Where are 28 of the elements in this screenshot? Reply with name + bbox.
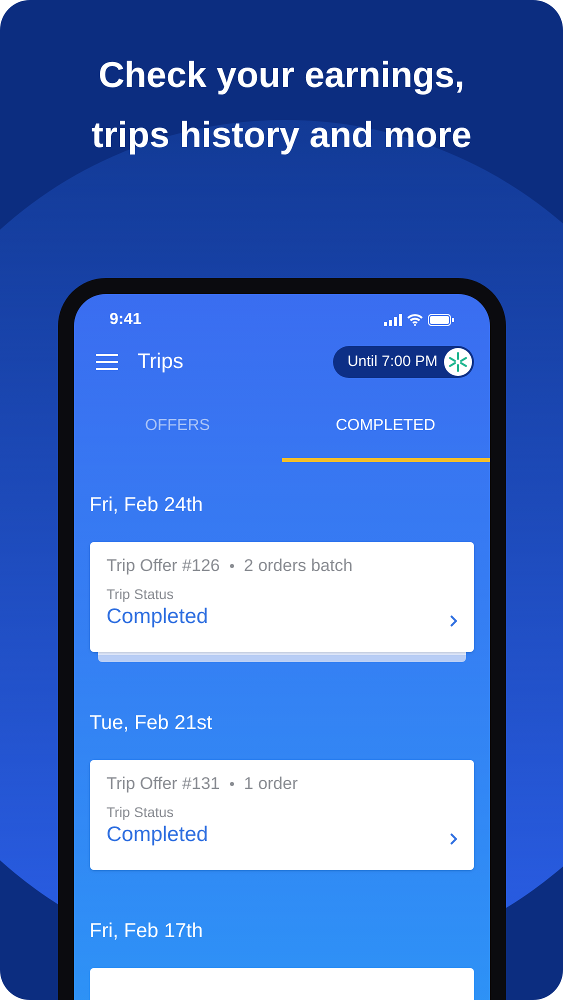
menu-icon[interactable] [96, 354, 118, 370]
status-label: Trip Status [106, 803, 175, 821]
date-heading: Fri, Feb 24th [90, 493, 204, 518]
chevron-right-icon [448, 615, 456, 627]
status-label: Trip Status [106, 585, 175, 603]
battery-icon [428, 314, 454, 326]
snowflake-icon [444, 348, 472, 376]
wifi-icon [406, 314, 422, 326]
order-count: 2 orders batch [244, 555, 353, 577]
date-heading: Tue, Feb 21st [90, 711, 214, 736]
status-time: 9:41 [110, 310, 142, 330]
bullet-icon [230, 782, 234, 786]
order-count: 1 order [244, 773, 298, 795]
tab[interactable]: OFFERS [74, 382, 282, 462]
trip-offer-number: Trip Offer #126 [106, 555, 220, 577]
shift-pill[interactable]: Until 7:00 PM [333, 346, 474, 378]
signal-icon [384, 314, 402, 326]
screen-title: Trips [138, 349, 184, 376]
trip-status: Completed [106, 822, 208, 848]
trip-card[interactable]: Trip Offer #126 2 orders batch Trip Status Completed [90, 542, 474, 652]
trip-status: Completed [106, 604, 208, 630]
headline: Check your earnings, trips history and more [90, 53, 473, 157]
date-heading: Fri, Feb 17th [90, 919, 204, 944]
trip-offer-number: Trip Offer #131 [106, 773, 220, 795]
tab[interactable]: COMPLETED [282, 382, 490, 462]
chevron-right-icon [448, 833, 456, 845]
trip-card[interactable]: Trip Offer #131 1 order Trip Status Completed [90, 760, 474, 870]
bullet-icon [230, 564, 234, 568]
